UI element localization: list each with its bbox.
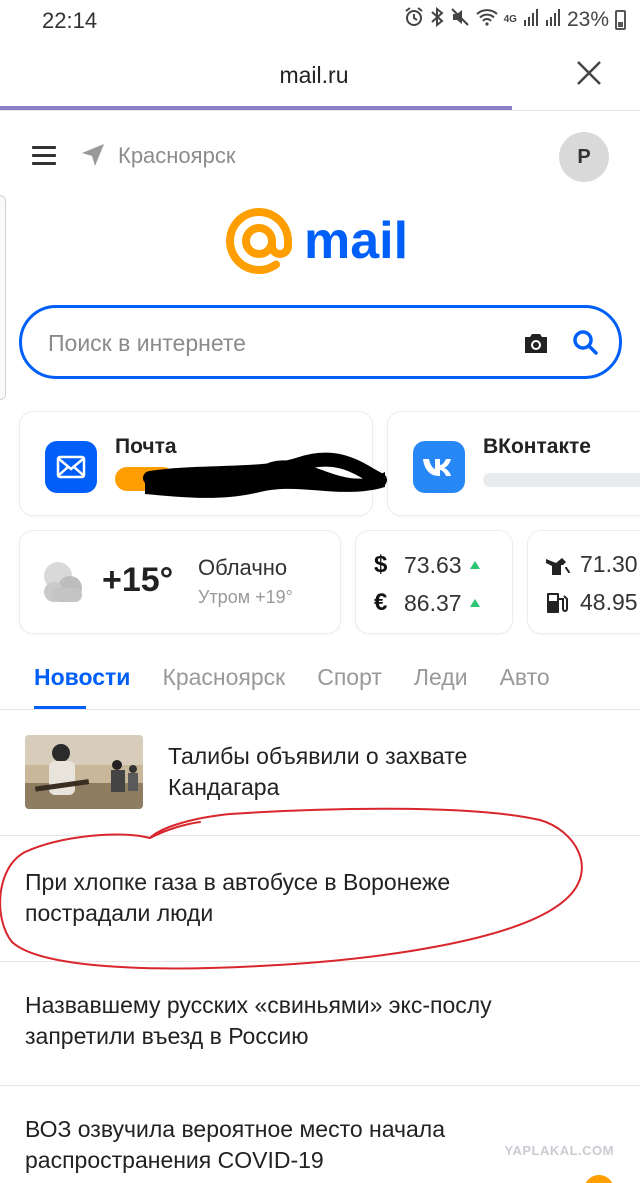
bluetooth-icon <box>430 6 444 33</box>
news-title-line: запретили въезд в Россию <box>25 1023 309 1049</box>
euro-symbol: € <box>374 589 388 616</box>
news-item[interactable]: ВОЗ озвучила вероятное место начала расп… <box>0 1086 640 1183</box>
currency-value: 73.63 <box>404 551 462 578</box>
currency-row: € 86.37 <box>374 589 480 617</box>
up-arrow-icon <box>469 561 480 569</box>
oil-value: 71.30 <box>580 551 638 577</box>
currency-value: 86.37 <box>404 589 462 616</box>
mail-service-card[interactable]: Почта <box>19 411 387 516</box>
oil-row: 71.30 <box>544 551 638 578</box>
url-text[interactable]: mail.ru <box>0 62 628 89</box>
weather-temp: +15° <box>102 561 174 599</box>
page: 22:14 4G 23% mail.ru Красноярск Р mail П… <box>0 0 640 1183</box>
edge-panel-handle[interactable] <box>0 195 6 400</box>
oil-value: 48.95 <box>580 589 638 615</box>
signal-icon <box>523 8 539 32</box>
battery-percent: 23% <box>566 8 609 31</box>
oil-card[interactable]: 71.30 48.95 <box>527 530 640 634</box>
net-4g-label: 4G <box>503 14 517 25</box>
battery-icon <box>615 10 626 30</box>
at-sign-icon <box>226 208 292 274</box>
vk-icon <box>413 441 465 493</box>
news-title-line: пострадали люди <box>25 900 214 926</box>
status-time: 22:14 <box>42 8 98 33</box>
news-item[interactable]: При хлопке газа в автобусе в Воронеже по… <box>0 836 640 962</box>
browser-url-bar: mail.ru <box>0 40 640 110</box>
news-title: ВОЗ озвучила вероятное место начала расп… <box>25 1114 445 1176</box>
search-box[interactable] <box>19 305 622 379</box>
status-icons: 4G 23% <box>404 6 626 33</box>
camera-icon[interactable] <box>522 330 550 356</box>
redaction-scribble <box>143 452 387 498</box>
vk-service-card[interactable]: ВКонтакте <box>387 411 640 516</box>
currency-row: $ 73.63 <box>374 551 480 579</box>
news-title: Талибы объявили о захвате Кандагара <box>168 741 467 803</box>
vk-placeholder-bar <box>483 473 640 487</box>
divider <box>0 110 640 111</box>
news-title-line: ВОЗ озвучила вероятное место начала <box>25 1116 446 1142</box>
news-tabs: Новости Красноярск Спорт Леди Авто <box>34 664 640 694</box>
news-title-line: Талибы объявили о захвате <box>168 743 468 769</box>
mute-icon <box>450 7 470 33</box>
envelope-icon <box>45 441 97 493</box>
vk-service-title: ВКонтакте <box>483 435 591 458</box>
news-title-line: распространения COVID-19 <box>25 1147 324 1173</box>
location-arrow-icon[interactable] <box>80 142 106 168</box>
news-thumbnail <box>25 735 143 809</box>
tab-auto[interactable]: Авто <box>500 664 550 694</box>
oil-row: 48.95 <box>544 589 638 616</box>
fuel-pump-icon <box>547 592 568 613</box>
close-icon[interactable] <box>574 58 604 88</box>
dollar-symbol: $ <box>374 551 388 578</box>
weather-desc: Облачно <box>198 555 288 580</box>
news-title-line: Кандагара <box>168 774 280 800</box>
logo-wordmark: mail <box>304 212 409 270</box>
signal-4g-icon: 4G <box>504 15 517 25</box>
news-item[interactable]: Талибы объявили о захвате Кандагара <box>0 710 640 836</box>
tab-news[interactable]: Новости <box>34 664 130 694</box>
tab-krasnoyarsk[interactable]: Красноярск <box>162 664 285 694</box>
news-item[interactable]: Назвавшему русских «свиньями» экс-послу … <box>0 962 640 1086</box>
signal-roaming-icon <box>545 8 561 32</box>
status-bar: 22:14 4G 23% <box>0 0 640 40</box>
avatar[interactable]: Р <box>559 132 609 182</box>
oil-pump-icon <box>546 557 570 575</box>
tab-ledi[interactable]: Леди <box>414 664 468 694</box>
news-title-line: При хлопке газа в автобусе в Воронеже <box>25 869 451 895</box>
tab-sport[interactable]: Спорт <box>317 664 382 694</box>
news-title-line: Назвавшему русских «свиньями» экс-послу <box>25 992 492 1018</box>
news-title: При хлопке газа в автобусе в Воронеже по… <box>25 867 450 929</box>
news-title: Назвавшему русских «свиньями» экс-послу … <box>25 990 492 1052</box>
cloudy-icon <box>44 562 82 602</box>
up-arrow-icon <box>469 599 480 607</box>
weather-morning: Утром +19° <box>198 587 293 607</box>
search-icon[interactable] <box>571 328 599 356</box>
search-input[interactable] <box>48 326 488 360</box>
currency-card[interactable]: $ 73.63 € 86.37 <box>355 530 513 634</box>
watermark: YAPLAKAL.COM <box>504 1143 614 1158</box>
wifi-icon <box>475 8 498 32</box>
menu-icon[interactable] <box>32 146 56 166</box>
city-label[interactable]: Красноярск <box>118 143 235 169</box>
alarm-icon <box>404 7 424 33</box>
mail-logo[interactable]: mail <box>226 208 408 274</box>
weather-card[interactable]: +15° Облачно Утром +19° <box>19 530 341 634</box>
